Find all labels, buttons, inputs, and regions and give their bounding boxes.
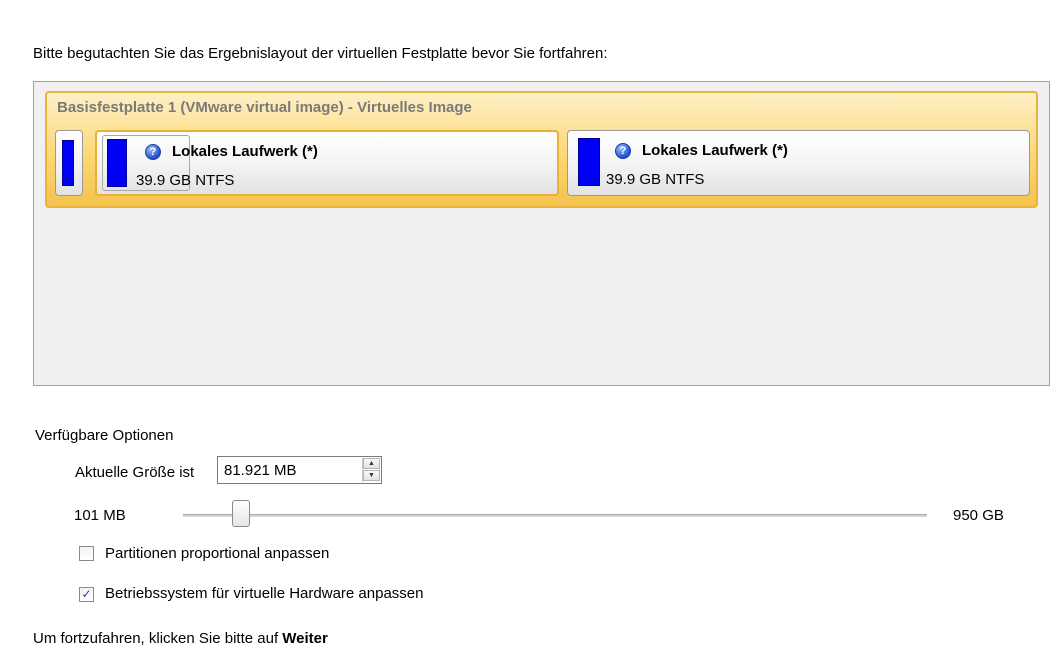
disk-layout-panel: Basisfestplatte 1 (VMware virtual image)… bbox=[33, 81, 1050, 386]
size-slider-thumb[interactable] bbox=[232, 500, 250, 527]
adapt-os-label: Betriebssystem für virtuelle Hardware an… bbox=[105, 585, 424, 602]
instruction-text: Bitte begutachten Sie das Ergebnislayout… bbox=[33, 45, 608, 62]
continue-button-name: Weiter bbox=[282, 630, 328, 647]
partition-usage-bar bbox=[62, 140, 74, 186]
disk-frame[interactable]: Basisfestplatte 1 (VMware virtual image)… bbox=[45, 91, 1038, 208]
help-icon: ? bbox=[615, 143, 631, 159]
slider-max-label: 950 GB bbox=[953, 507, 1004, 524]
size-label: Aktuelle Größe ist bbox=[75, 464, 195, 481]
adapt-os-checkbox[interactable]: ✓ bbox=[79, 587, 94, 602]
size-slider-track[interactable] bbox=[183, 514, 927, 517]
slider-min-label: 101 MB bbox=[74, 507, 126, 524]
help-icon: ? bbox=[145, 144, 161, 160]
proportional-resize-checkbox[interactable] bbox=[79, 546, 94, 561]
size-input[interactable] bbox=[218, 457, 368, 483]
partition-2[interactable]: ? Lokales Laufwerk (*) 39.9 GB NTFS bbox=[567, 130, 1030, 196]
partition-name: Lokales Laufwerk (*) bbox=[642, 142, 788, 159]
continue-hint-text: Um fortzufahren, klicken Sie bitte auf bbox=[33, 630, 283, 647]
spin-down-icon[interactable]: ▼ bbox=[363, 470, 380, 481]
partition-name: Lokales Laufwerk (*) bbox=[172, 143, 318, 160]
disk-title: Basisfestplatte 1 (VMware virtual image)… bbox=[57, 99, 472, 116]
continue-hint: Um fortzufahren, klicken Sie bitte auf W… bbox=[33, 630, 328, 647]
partition-size: 39.9 GB NTFS bbox=[136, 172, 235, 189]
proportional-resize-label: Partitionen proportional anpassen bbox=[105, 545, 330, 562]
partition-1[interactable]: ? Lokales Laufwerk (*) 39.9 GB NTFS bbox=[95, 130, 559, 196]
size-stepper: ▲ ▼ bbox=[217, 456, 382, 484]
partition-small[interactable] bbox=[55, 130, 83, 196]
options-heading: Verfügbare Optionen bbox=[35, 427, 174, 444]
partition-size: 39.9 GB NTFS bbox=[606, 171, 705, 188]
spin-up-icon[interactable]: ▲ bbox=[363, 458, 380, 469]
partition-usage-bar bbox=[578, 138, 600, 186]
spinner: ▲ ▼ bbox=[362, 458, 380, 482]
